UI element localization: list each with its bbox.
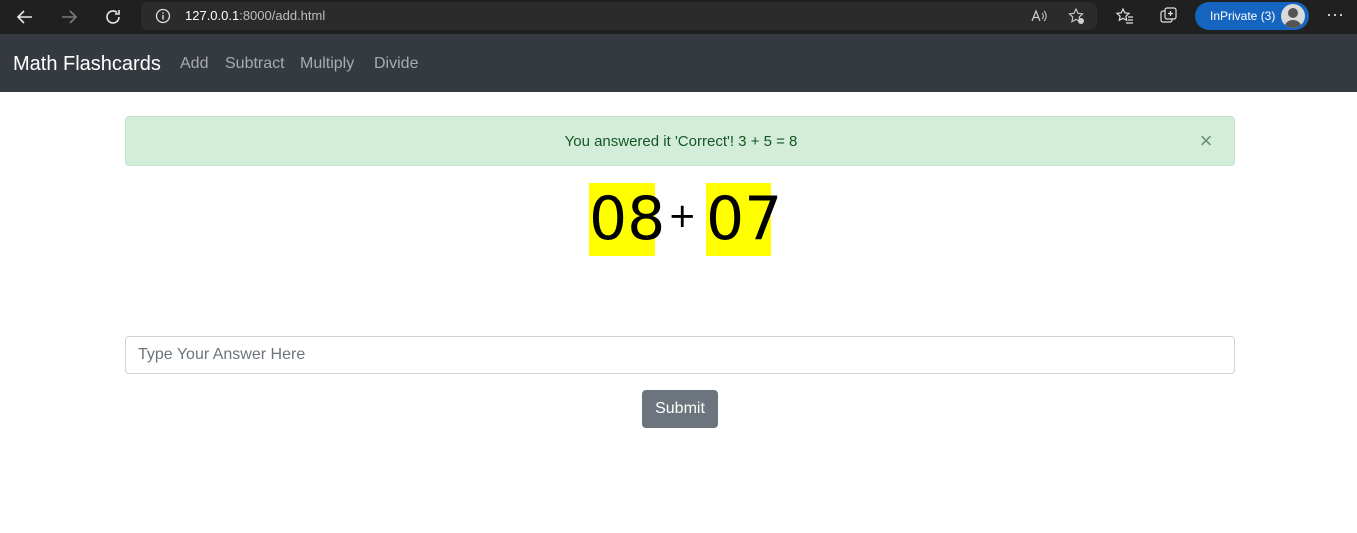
address-bar[interactable]: 127.0.0.1:8000/add.html	[141, 2, 1097, 30]
nav-link-subtract[interactable]: Subtract	[225, 55, 285, 73]
answer-input[interactable]	[125, 336, 1235, 374]
operator: +	[668, 196, 697, 236]
info-icon[interactable]	[155, 8, 171, 24]
brand-link[interactable]: Math Flashcards	[13, 53, 161, 76]
nav-link-add[interactable]: Add	[180, 55, 208, 73]
back-arrow-icon	[16, 10, 32, 24]
app-navbar: Math Flashcards Add Subtract Multiply Di…	[0, 34, 1357, 92]
read-aloud-icon[interactable]	[1030, 7, 1048, 25]
inprivate-button[interactable]: InPrivate (3)	[1195, 2, 1309, 30]
collections-icon[interactable]	[1159, 6, 1179, 26]
right-operand: 07	[706, 183, 783, 256]
avatar	[1281, 4, 1305, 28]
close-icon[interactable]: ×	[1194, 130, 1218, 154]
more-menu-icon[interactable]: ···	[1324, 5, 1346, 27]
favorites-icon[interactable]	[1115, 6, 1135, 26]
inprivate-label: InPrivate (3)	[1210, 9, 1276, 23]
left-operand: 08	[589, 183, 666, 256]
url-path: :8000/add.html	[239, 8, 326, 23]
success-alert: You answered it 'Correct'! 3 + 5 = 8 ×	[125, 116, 1235, 166]
browser-toolbar: 127.0.0.1:8000/add.html InPrivate (3) ··…	[0, 0, 1357, 34]
back-button[interactable]	[13, 5, 37, 29]
submit-button[interactable]: Submit	[642, 390, 718, 428]
nav-link-divide[interactable]: Divide	[374, 55, 418, 73]
alert-message: You answered it 'Correct'! 3 + 5 = 8	[564, 133, 798, 150]
profile-icon	[1284, 8, 1302, 28]
url-host: 127.0.0.1	[185, 8, 240, 23]
nav-link-multiply[interactable]: Multiply	[300, 55, 354, 73]
add-favorite-icon[interactable]	[1067, 7, 1085, 25]
refresh-button[interactable]	[101, 5, 125, 29]
refresh-icon	[106, 10, 120, 24]
forward-button[interactable]	[57, 5, 81, 29]
url-text: 127.0.0.1:8000/add.html	[185, 8, 325, 23]
forward-arrow-icon	[62, 10, 78, 24]
